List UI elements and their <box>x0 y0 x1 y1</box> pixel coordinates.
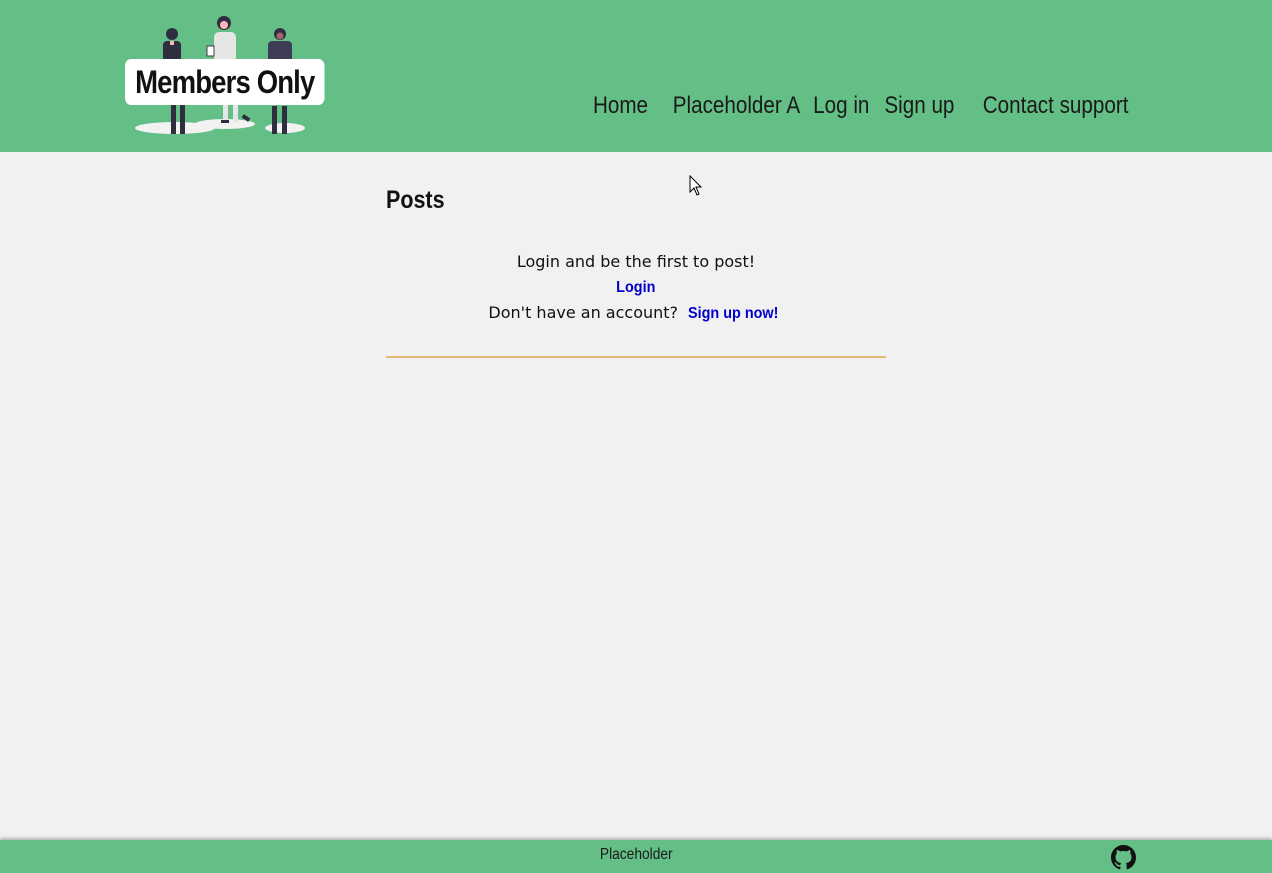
empty-posts-message: Login and be the first to post! Login Do… <box>386 249 886 326</box>
footer-text-wrap: Placeholder <box>0 846 1272 864</box>
signup-link[interactable]: Sign up now! <box>688 301 778 326</box>
main-nav: Home Placeholder A Log in Sign up Contac… <box>593 92 1128 120</box>
nav-sign-up[interactable]: Sign up <box>885 92 955 120</box>
site-header: Members Only Home Placeholder A Log in S… <box>0 0 1272 152</box>
login-link[interactable]: Login <box>616 275 655 300</box>
divider <box>386 356 886 358</box>
posts-section: Posts Login and be the first to post! Lo… <box>386 186 886 358</box>
nav-home[interactable]: Home <box>593 92 648 120</box>
nav-contact-support[interactable]: Contact support <box>982 92 1128 120</box>
logo-title: Members Only <box>125 59 325 105</box>
logo[interactable]: Members Only <box>125 14 330 138</box>
site-footer: Placeholder <box>0 840 1272 873</box>
github-icon[interactable] <box>1111 845 1136 870</box>
footer-text: Placeholder <box>599 846 673 863</box>
nav-log-in[interactable]: Log in <box>813 92 869 120</box>
signup-prompt: Don't have an account? <box>488 303 679 322</box>
empty-message-text: Login and be the first to post! <box>516 252 756 271</box>
page-title: Posts <box>386 186 445 214</box>
nav-placeholder-a[interactable]: Placeholder A <box>672 92 799 120</box>
